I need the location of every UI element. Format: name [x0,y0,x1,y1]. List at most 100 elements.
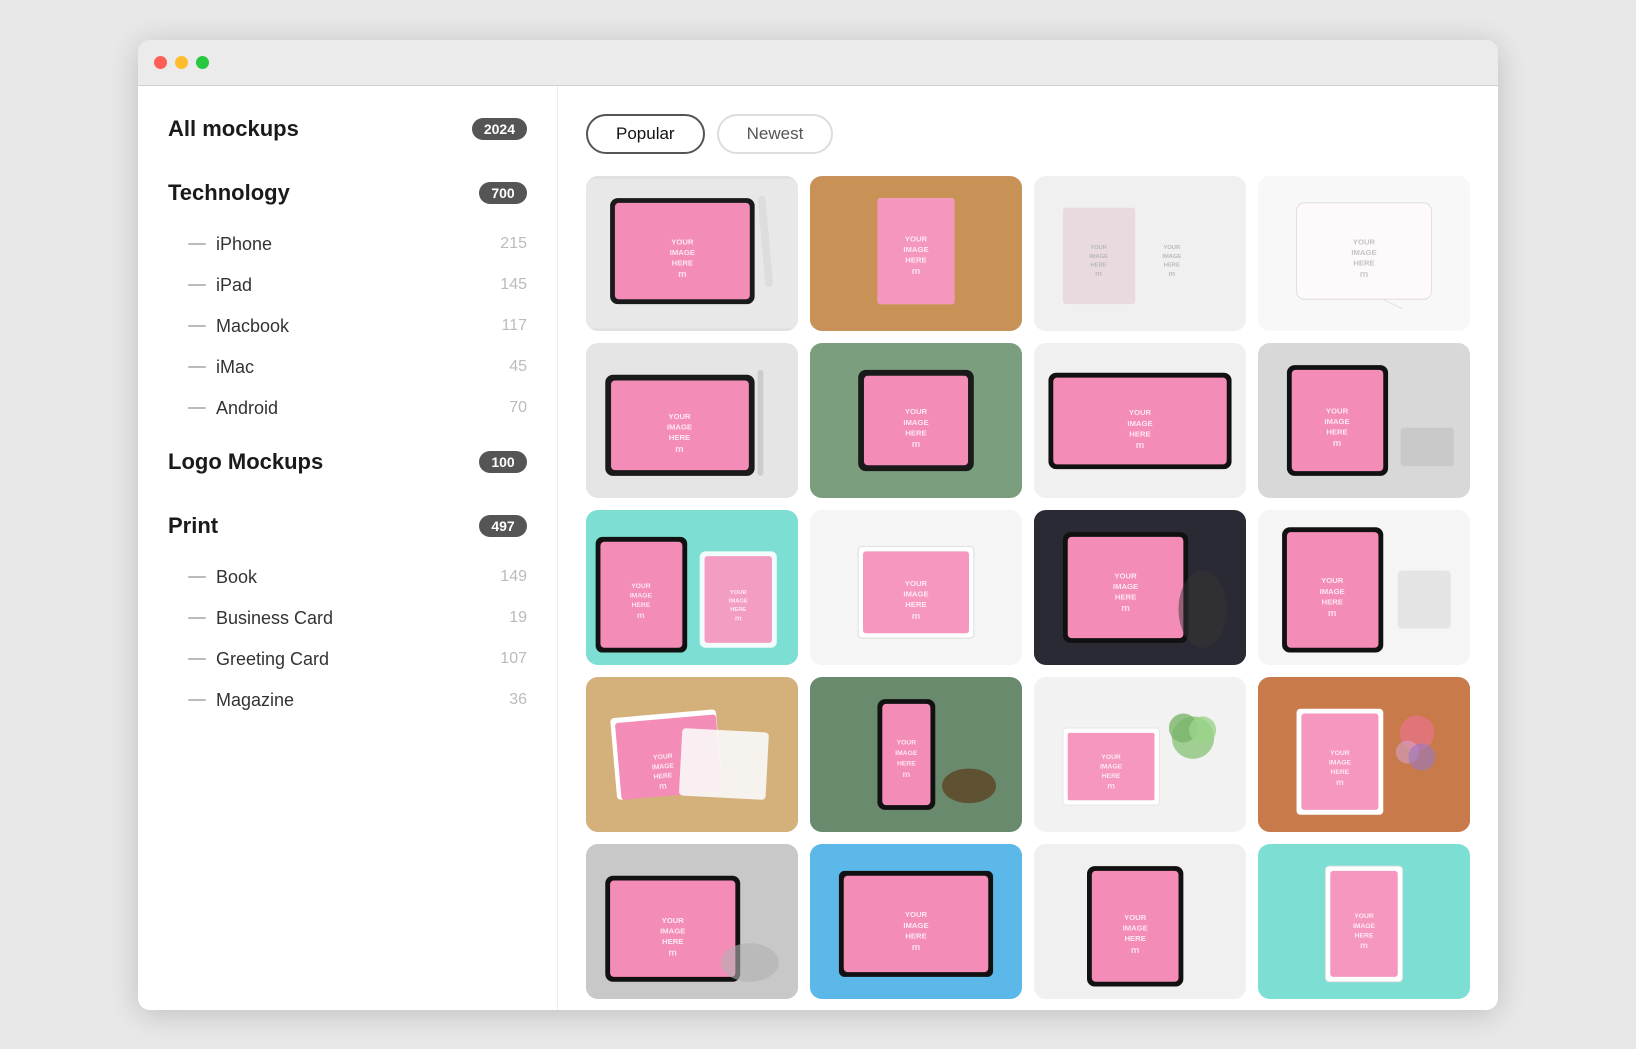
svg-text:m: m [637,609,645,619]
svg-text:YOUR: YOUR [1321,576,1344,585]
svg-text:IMAGE: IMAGE [1127,418,1152,427]
svg-text:YOUR: YOUR [905,407,928,416]
svg-text:HERE: HERE [905,428,926,437]
svg-text:YOUR: YOUR [668,412,691,421]
svg-text:m: m [912,941,921,952]
mockup-card-12[interactable]: YOUR IMAGE HERE m [1258,510,1470,665]
svg-text:YOUR: YOUR [1101,753,1121,760]
svg-text:m: m [1333,438,1342,449]
mockup-card-17[interactable]: YOUR IMAGE HERE m [586,844,798,999]
mockup-card-6[interactable]: YOUR IMAGE HERE m [810,343,1022,498]
mockup-card-4[interactable]: YOUR IMAGE HERE m [1258,176,1470,331]
mockup-card-13[interactable]: YOUR IMAGE HERE m [586,677,798,832]
svg-text:YOUR: YOUR [905,910,928,919]
svg-text:m: m [675,443,684,454]
svg-text:YOUR: YOUR [631,582,651,589]
sidebar-item-ipad[interactable]: iPad 145 [168,265,527,306]
svg-text:YOUR: YOUR [662,915,685,924]
sidebar-item-business-card[interactable]: Business Card 19 [168,598,527,639]
dash-icon [188,407,206,409]
svg-text:IMAGE: IMAGE [895,749,918,756]
sidebar-item-all-mockups[interactable]: All mockups 2024 [168,116,527,142]
svg-text:m: m [1107,780,1115,790]
svg-text:m: m [1328,607,1337,618]
svg-text:YOUR: YOUR [1163,245,1180,251]
sidebar-item-imac[interactable]: iMac 45 [168,347,527,388]
svg-text:IMAGE: IMAGE [660,926,685,935]
svg-text:m: m [912,610,921,621]
svg-text:HERE: HERE [669,433,690,442]
mockup-card-8[interactable]: YOUR IMAGE HERE m [1258,343,1470,498]
mockup-card-15[interactable]: YOUR IMAGE HERE m [1034,677,1246,832]
mockup-card-7[interactable]: YOUR IMAGE HERE m [1034,343,1246,498]
mockup-card-9[interactable]: YOUR IMAGE HERE m YOUR IMAGE HERE m [586,510,798,665]
sidebar-item-macbook[interactable]: Macbook 117 [168,306,527,347]
sidebar-item-book[interactable]: Book 149 [168,557,527,598]
svg-text:m: m [659,780,668,791]
svg-text:YOUR: YOUR [1353,237,1376,246]
filter-popular-button[interactable]: Popular [586,114,705,154]
svg-text:HERE: HERE [1115,592,1136,601]
mockup-card-14[interactable]: YOUR IMAGE HERE m [810,677,1022,832]
dash-icon [188,576,206,578]
mockup-card-3[interactable]: YOUR IMAGE HERE m YOUR IMAGE HERE m [1034,176,1246,331]
mockup-card-5[interactable]: YOUR IMAGE HERE m [586,343,798,498]
minimize-button[interactable] [175,56,188,69]
svg-text:HERE: HERE [905,600,926,609]
maximize-button[interactable] [196,56,209,69]
mockup-card-19[interactable]: YOUR IMAGE HERE m [1034,844,1246,999]
svg-text:m: m [1336,776,1344,786]
sidebar-item-magazine[interactable]: Magazine 36 [168,680,527,721]
app-window: All mockups 2024 Technology 700 iPhone 2… [138,40,1498,1010]
sidebar: All mockups 2024 Technology 700 iPhone 2… [138,86,558,1010]
titlebar [138,40,1498,86]
filter-newest-button[interactable]: Newest [717,114,834,154]
mockup-card-1[interactable]: YOUR IMAGE HERE m [586,176,798,331]
sidebar-item-android[interactable]: Android 70 [168,388,527,429]
svg-text:IMAGE: IMAGE [1320,586,1345,595]
svg-text:HERE: HERE [1102,773,1121,780]
svg-text:HERE: HERE [1322,597,1343,606]
mockup-card-2[interactable]: YOUR IMAGE HERE m [810,176,1022,331]
sidebar-item-print[interactable]: Print 497 [168,513,527,539]
svg-text:YOUR: YOUR [1129,408,1152,417]
svg-text:IMAGE: IMAGE [1162,253,1181,259]
sidebar-item-iphone[interactable]: iPhone 215 [168,224,527,265]
svg-text:YOUR: YOUR [671,237,694,246]
svg-text:IMAGE: IMAGE [1113,581,1138,590]
mockup-grid: YOUR IMAGE HERE m YO [586,176,1470,1010]
sidebar-item-technology[interactable]: Technology 700 [168,180,527,206]
mockup-card-11[interactable]: YOUR IMAGE HERE m [1034,510,1246,665]
svg-text:HERE: HERE [905,931,926,940]
svg-text:m: m [668,947,677,958]
svg-text:YOUR: YOUR [1326,406,1349,415]
svg-text:IMAGE: IMAGE [1324,416,1349,425]
svg-text:m: m [1136,439,1145,450]
svg-text:HERE: HERE [1125,934,1146,943]
mockup-card-20[interactable]: YOUR IMAGE HERE m [1258,844,1470,999]
close-button[interactable] [154,56,167,69]
svg-text:HERE: HERE [672,258,693,267]
content-area: All mockups 2024 Technology 700 iPhone 2… [138,86,1498,1010]
dash-icon [188,617,206,619]
sidebar-item-greeting-card[interactable]: Greeting Card 107 [168,639,527,680]
dash-icon [188,658,206,660]
svg-text:m: m [903,769,911,779]
mockup-card-18[interactable]: YOUR IMAGE HERE m [810,844,1022,999]
svg-text:IMAGE: IMAGE [1089,253,1108,259]
mockup-card-10[interactable]: YOUR IMAGE HERE m [810,510,1022,665]
svg-text:m: m [1131,944,1140,955]
svg-text:YOUR: YOUR [1090,245,1107,251]
svg-text:YOUR: YOUR [897,739,917,746]
svg-text:HERE: HERE [730,607,746,613]
sidebar-item-logo-mockups[interactable]: Logo Mockups 100 [168,449,527,475]
svg-text:m: m [735,613,742,622]
svg-text:YOUR: YOUR [905,579,928,588]
svg-text:YOUR: YOUR [730,589,747,595]
svg-text:YOUR: YOUR [1114,571,1137,580]
svg-text:YOUR: YOUR [1330,749,1350,756]
dash-icon [188,699,206,701]
svg-text:m: m [678,269,687,280]
svg-text:m: m [912,439,921,450]
mockup-card-16[interactable]: YOUR IMAGE HERE m [1258,677,1470,832]
